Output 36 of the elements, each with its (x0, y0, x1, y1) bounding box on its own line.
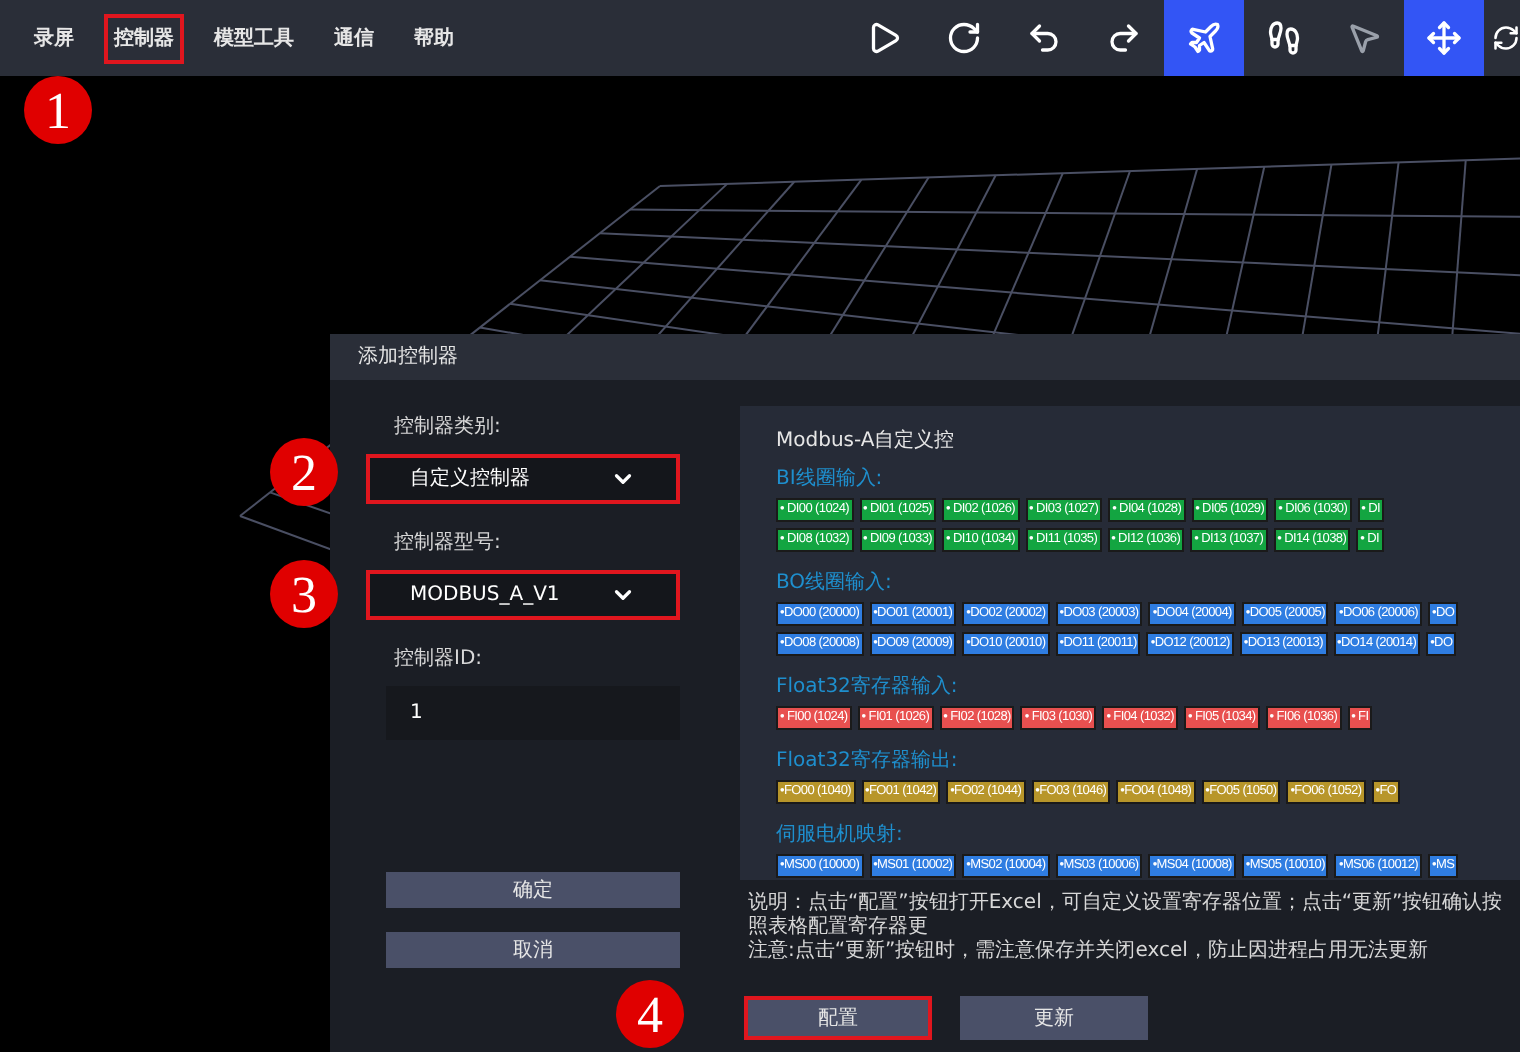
footprints-icon (1266, 20, 1302, 56)
id-input-field[interactable]: 1 (386, 686, 680, 740)
field-label: 控制器型号: (394, 529, 503, 558)
section-title: Float32寄存器输入: (776, 676, 960, 700)
dialog-title: 添加控制器 (358, 343, 458, 372)
note-text: 说明：点击“配置”按钮打开Excel，可自定义设置寄存器位置；点击“更新”按钮确认按照表格配置寄存器更 (748, 892, 1505, 939)
footer-button[interactable]: 配置 (744, 996, 932, 1040)
panel-title: Modbus-A自定义控 (776, 427, 957, 456)
refresh-icon (1492, 20, 1520, 56)
note-text: 注意:点击“更新”按钮时，需注意保存并关闭excel，防止因进程占用无法更新 (748, 940, 1430, 964)
play-icon (866, 20, 902, 56)
menu-item[interactable]: 控制器 (104, 13, 184, 63)
cursor-icon (1346, 20, 1382, 56)
redo-arrow-icon (1106, 20, 1142, 56)
step-number-badge: 1 (24, 76, 92, 144)
menu-item[interactable]: 模型工具 (204, 13, 304, 63)
plane-icon (1186, 20, 1222, 56)
dialog-button[interactable]: 取消 (386, 932, 680, 968)
menu-item[interactable]: 帮助 (404, 13, 464, 63)
section-title: BO线圈输入: (776, 572, 894, 596)
menu-item[interactable]: 录屏 (24, 13, 84, 63)
move-icon (1426, 20, 1462, 56)
section-title: Float32寄存器输出: (776, 750, 960, 774)
select-dropdown[interactable]: MODBUS_A_V1 (366, 570, 680, 620)
select-dropdown[interactable]: 自定义控制器 (366, 454, 680, 504)
step-number-badge: 3 (270, 560, 338, 628)
menu-item[interactable]: 通信 (324, 13, 384, 63)
redo-icon (946, 20, 982, 56)
dialog-button[interactable]: 确定 (386, 872, 680, 908)
undo-icon (1026, 20, 1062, 56)
field-label: 控制器类别: (394, 413, 503, 442)
field-label: 控制器ID: (394, 645, 485, 674)
step-number-badge: 2 (270, 438, 338, 506)
footer-button[interactable]: 更新 (960, 996, 1148, 1040)
section-title: BI线圈输入: (776, 468, 885, 492)
section-title: 伺服电机映射: (776, 824, 905, 848)
